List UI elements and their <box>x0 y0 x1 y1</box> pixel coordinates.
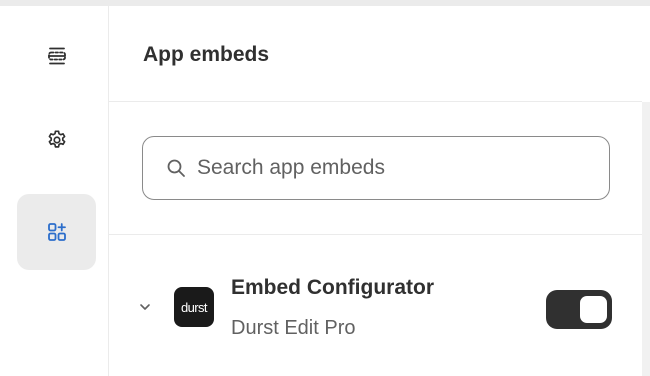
search-input[interactable] <box>197 156 587 180</box>
app-logo: durst <box>174 287 214 327</box>
rail-item-app-embeds[interactable] <box>17 194 96 270</box>
rail-item-sections[interactable] <box>17 18 96 94</box>
rail-item-settings[interactable] <box>17 102 96 178</box>
embed-name: Embed Configurator <box>231 276 434 299</box>
embed-enabled-toggle[interactable] <box>546 290 612 329</box>
page-title: App embeds <box>143 43 270 66</box>
sections-icon <box>46 45 68 67</box>
search-field[interactable] <box>142 136 610 200</box>
app-embeds-panel: App embeds durst Embed Configurator Durs… <box>109 6 642 376</box>
search-icon <box>165 157 187 179</box>
embed-app-name: Durst Edit Pro <box>231 317 356 339</box>
scrollbar[interactable] <box>642 102 650 376</box>
search-section <box>109 102 642 235</box>
panel-header: App embeds <box>109 6 642 102</box>
toggle-knob <box>580 296 607 323</box>
gear-icon <box>46 129 68 151</box>
editor-sidebar-rail <box>0 6 109 376</box>
chevron-down-icon[interactable] <box>137 299 153 315</box>
apps-add-icon <box>46 221 68 243</box>
app-embed-item: durst Embed Configurator Durst Edit Pro <box>109 235 642 376</box>
app-logo-text: durst <box>181 299 208 315</box>
